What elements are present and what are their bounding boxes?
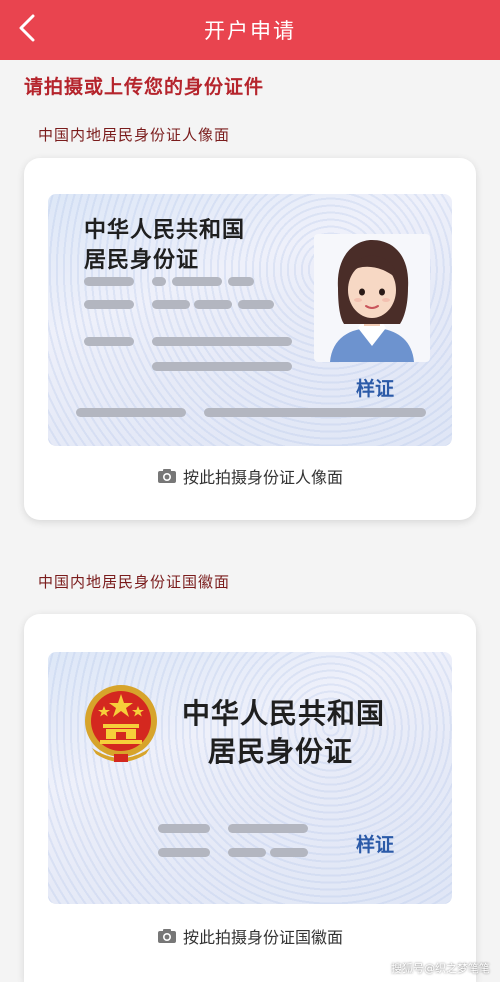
sample-label: 样证 [356,378,395,400]
chevron-left-icon [19,14,35,42]
national-emblem-icon [85,685,157,762]
back-button[interactable] [8,8,48,48]
card-title-line2: 居民身份证 [84,247,200,273]
front-section-label: 中国内地居民身份证人像面 [38,126,231,144]
placeholder-bar [158,824,210,833]
placeholder-bar [152,277,166,286]
placeholder-bar [84,277,134,286]
placeholder-bar [152,300,190,309]
placeholder-bar [194,300,232,309]
placeholder-bar [228,277,254,286]
back-section-label: 中国内地居民身份证国徽面 [38,573,231,591]
id-card-front-sample: 中华人民共和国 居民身份证 样证 [48,194,452,446]
placeholder-bar [228,824,308,833]
app-header: 开户申请 [0,0,500,60]
placeholder-bar [204,408,426,417]
placeholder-bar [152,337,292,346]
sample-label: 样证 [356,834,395,856]
card-title-line1: 中华人民共和国 [84,217,246,243]
placeholder-bar [76,408,186,417]
placeholder-bar [158,848,210,857]
placeholder-bar [152,362,292,371]
card-title-line1: 中华人民共和国 [182,697,386,730]
portrait-photo [314,234,430,362]
page-title: 请拍摄或上传您的身份证件 [24,76,265,98]
watermark: 搜狐号@织之梦笔笔 [391,962,490,975]
placeholder-bar [172,277,222,286]
portrait-icon [330,240,414,362]
placeholder-bar [238,300,274,309]
front-card[interactable]: 中华人民共和国 居民身份证 样证 按此拍摄身份证人像面 [24,158,476,520]
placeholder-bar [84,300,134,309]
camera-icon [157,929,176,943]
placeholder-bar [228,848,266,857]
header-title: 开户申请 [204,19,296,43]
back-card[interactable]: 中华人民共和国 居民身份证 样证 按此拍摄身份证国徽面 [24,614,476,982]
capture-front-button[interactable]: 按此拍摄身份证人像面 [24,464,476,488]
capture-front-label: 按此拍摄身份证人像面 [182,468,343,487]
capture-back-label: 按此拍摄身份证国徽面 [182,928,343,947]
id-card-back-sample: 中华人民共和国 居民身份证 样证 [48,652,452,904]
capture-back-button[interactable]: 按此拍摄身份证国徽面 [24,924,476,948]
camera-icon [157,469,176,483]
placeholder-bar [84,337,134,346]
card-title-line2: 居民身份证 [208,735,354,768]
placeholder-bar [270,848,308,857]
